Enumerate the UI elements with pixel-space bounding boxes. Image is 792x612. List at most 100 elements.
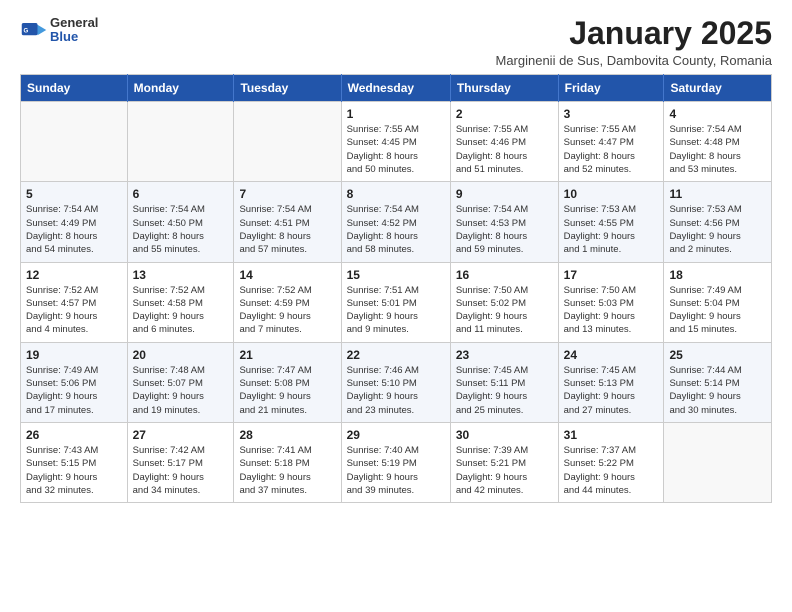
day-number: 6 [133,187,229,201]
day-info: Sunrise: 7:55 AM Sunset: 4:46 PM Dayligh… [456,123,553,176]
day-info: Sunrise: 7:55 AM Sunset: 4:45 PM Dayligh… [347,123,445,176]
logo-blue: Blue [50,30,98,44]
day-number: 4 [669,107,766,121]
col-monday: Monday [127,75,234,102]
calendar-day-cell: 11Sunrise: 7:53 AM Sunset: 4:56 PM Dayli… [664,182,772,262]
day-info: Sunrise: 7:52 AM Sunset: 4:58 PM Dayligh… [133,284,229,337]
calendar-day-cell: 9 Sunrise: 7:54 AM Sunset: 4:53 PM Daylig… [450,182,558,262]
day-number: 12 [26,268,122,282]
day-number: 1 [347,107,445,121]
calendar-day-cell: 29Sunrise: 7:40 AM Sunset: 5:19 PM Dayli… [341,422,450,502]
day-info: Sunrise: 7:37 AM Sunset: 5:22 PM Dayligh… [564,444,659,497]
day-info: Sunrise: 7:54 AM Sunset: 4:50 PM Dayligh… [133,203,229,256]
calendar-day-cell: 26 Sunrise: 7:43 AM Sunset: 5:15 PM Dayli… [21,422,128,502]
month-title: January 2025 [495,16,772,51]
calendar-day-cell: 25 Sunrise: 7:44 AM Sunset: 5:14 PM Dayli… [664,342,772,422]
col-sunday: Sunday [21,75,128,102]
day-number: 22 [347,348,445,362]
day-number: 27 [133,428,229,442]
day-number: 28 [239,428,335,442]
col-wednesday: Wednesday [341,75,450,102]
calendar-day-cell: 15 Sunrise: 7:51 AM Sunset: 5:01 PM Dayli… [341,262,450,342]
day-info: Sunrise: 7:54 AM Sunset: 4:48 PM Dayligh… [669,123,766,176]
calendar-day-cell: 6 Sunrise: 7:54 AM Sunset: 4:50 PM Daylig… [127,182,234,262]
day-info: Sunrise: 7:49 AM Sunset: 5:04 PM Dayligh… [669,284,766,337]
col-saturday: Saturday [664,75,772,102]
calendar-day-cell: 1 Sunrise: 7:55 AM Sunset: 4:45 PM Daylig… [341,102,450,182]
calendar-day-cell: 8Sunrise: 7:54 AM Sunset: 4:52 PM Daylig… [341,182,450,262]
day-info: Sunrise: 7:54 AM Sunset: 4:51 PM Dayligh… [239,203,335,256]
calendar-day-cell [234,102,341,182]
logo-text: General Blue [50,16,98,45]
day-number: 3 [564,107,659,121]
day-info: Sunrise: 7:54 AM Sunset: 4:53 PM Dayligh… [456,203,553,256]
calendar-day-cell: 4 Sunrise: 7:54 AM Sunset: 4:48 PM Daylig… [664,102,772,182]
calendar-day-cell: 24 Sunrise: 7:45 AM Sunset: 5:13 PM Dayli… [558,342,664,422]
day-info: Sunrise: 7:53 AM Sunset: 4:55 PM Dayligh… [564,203,659,256]
day-info: Sunrise: 7:54 AM Sunset: 4:49 PM Dayligh… [26,203,122,256]
header: G General Blue January 2025 Marginenii d… [20,16,772,68]
logo: G General Blue [20,16,98,45]
day-info: Sunrise: 7:47 AM Sunset: 5:08 PM Dayligh… [239,364,335,417]
calendar-week-row: 12 Sunrise: 7:52 AM Sunset: 4:57 PM Dayli… [21,262,772,342]
day-number: 9 [456,187,553,201]
day-info: Sunrise: 7:50 AM Sunset: 5:02 PM Dayligh… [456,284,553,337]
day-info: Sunrise: 7:48 AM Sunset: 5:07 PM Dayligh… [133,364,229,417]
logo-icon: G [20,16,48,44]
calendar-day-cell: 14 Sunrise: 7:52 AM Sunset: 4:59 PM Dayli… [234,262,341,342]
calendar-day-cell: 31 Sunrise: 7:37 AM Sunset: 5:22 PM Dayli… [558,422,664,502]
location-subtitle: Marginenii de Sus, Dambovita County, Rom… [495,53,772,68]
day-info: Sunrise: 7:52 AM Sunset: 4:57 PM Dayligh… [26,284,122,337]
calendar-day-cell [127,102,234,182]
calendar-day-cell: 5 Sunrise: 7:54 AM Sunset: 4:49 PM Daylig… [21,182,128,262]
day-info: Sunrise: 7:52 AM Sunset: 4:59 PM Dayligh… [239,284,335,337]
day-info: Sunrise: 7:49 AM Sunset: 5:06 PM Dayligh… [26,364,122,417]
day-number: 13 [133,268,229,282]
calendar-day-cell: 17 Sunrise: 7:50 AM Sunset: 5:03 PM Dayli… [558,262,664,342]
day-info: Sunrise: 7:42 AM Sunset: 5:17 PM Dayligh… [133,444,229,497]
day-number: 15 [347,268,445,282]
calendar-day-cell: 30Sunrise: 7:39 AM Sunset: 5:21 PM Dayli… [450,422,558,502]
calendar-day-cell [21,102,128,182]
calendar-week-row: 19Sunrise: 7:49 AM Sunset: 5:06 PM Dayli… [21,342,772,422]
calendar-week-row: 5 Sunrise: 7:54 AM Sunset: 4:49 PM Daylig… [21,182,772,262]
day-info: Sunrise: 7:54 AM Sunset: 4:52 PM Dayligh… [347,203,445,256]
calendar-week-row: 26 Sunrise: 7:43 AM Sunset: 5:15 PM Dayli… [21,422,772,502]
day-number: 29 [347,428,445,442]
day-info: Sunrise: 7:43 AM Sunset: 5:15 PM Dayligh… [26,444,122,497]
svg-text:G: G [24,28,29,35]
day-number: 24 [564,348,659,362]
day-number: 26 [26,428,122,442]
calendar-day-cell: 2Sunrise: 7:55 AM Sunset: 4:46 PM Daylig… [450,102,558,182]
day-number: 21 [239,348,335,362]
page: G General Blue January 2025 Marginenii d… [0,0,792,523]
calendar-day-cell [664,422,772,502]
day-number: 5 [26,187,122,201]
col-thursday: Thursday [450,75,558,102]
day-info: Sunrise: 7:46 AM Sunset: 5:10 PM Dayligh… [347,364,445,417]
day-info: Sunrise: 7:45 AM Sunset: 5:13 PM Dayligh… [564,364,659,417]
day-number: 18 [669,268,766,282]
day-number: 25 [669,348,766,362]
calendar-day-cell: 21 Sunrise: 7:47 AM Sunset: 5:08 PM Dayli… [234,342,341,422]
calendar-day-cell: 13 Sunrise: 7:52 AM Sunset: 4:58 PM Dayli… [127,262,234,342]
day-number: 30 [456,428,553,442]
calendar-day-cell: 3Sunrise: 7:55 AM Sunset: 4:47 PM Daylig… [558,102,664,182]
day-number: 11 [669,187,766,201]
calendar-week-row: 1 Sunrise: 7:55 AM Sunset: 4:45 PM Daylig… [21,102,772,182]
calendar-day-cell: 16 Sunrise: 7:50 AM Sunset: 5:02 PM Dayli… [450,262,558,342]
day-number: 20 [133,348,229,362]
day-number: 14 [239,268,335,282]
day-number: 16 [456,268,553,282]
calendar-header-row: Sunday Monday Tuesday Wednesday Thursday… [21,75,772,102]
calendar-day-cell: 23Sunrise: 7:45 AM Sunset: 5:11 PM Dayli… [450,342,558,422]
day-info: Sunrise: 7:50 AM Sunset: 5:03 PM Dayligh… [564,284,659,337]
day-info: Sunrise: 7:45 AM Sunset: 5:11 PM Dayligh… [456,364,553,417]
calendar-day-cell: 22 Sunrise: 7:46 AM Sunset: 5:10 PM Dayli… [341,342,450,422]
day-number: 31 [564,428,659,442]
day-number: 17 [564,268,659,282]
day-number: 10 [564,187,659,201]
day-number: 7 [239,187,335,201]
day-info: Sunrise: 7:51 AM Sunset: 5:01 PM Dayligh… [347,284,445,337]
day-info: Sunrise: 7:44 AM Sunset: 5:14 PM Dayligh… [669,364,766,417]
